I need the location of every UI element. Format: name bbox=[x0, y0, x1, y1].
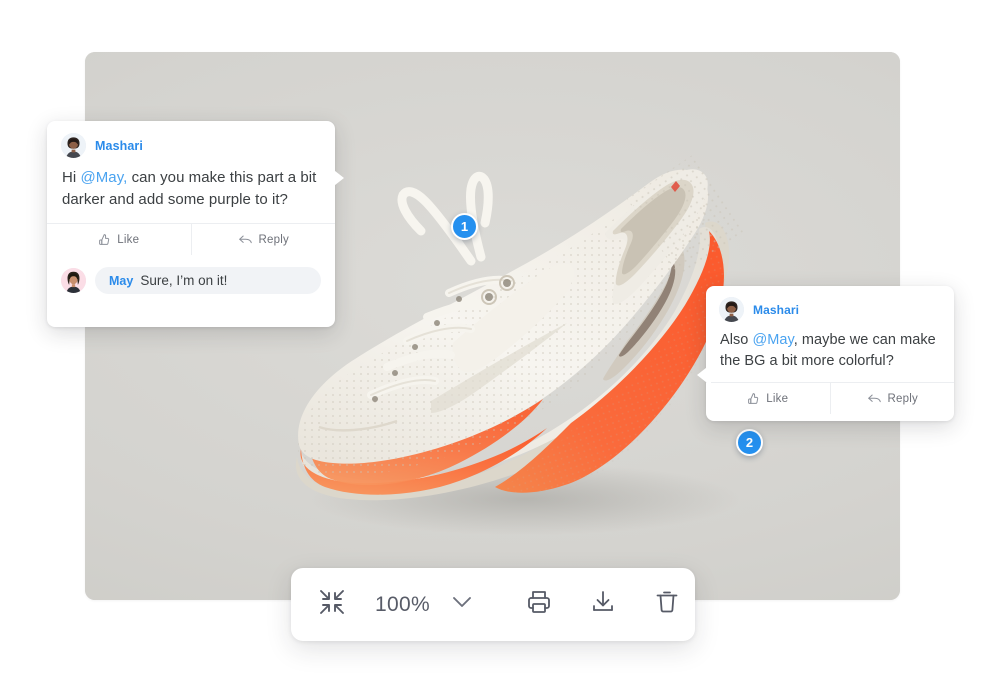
download-icon bbox=[590, 589, 616, 620]
comment-card-2-text: Also @May, maybe we can make the BG a bi… bbox=[706, 322, 954, 382]
reply-author-name: May bbox=[109, 274, 134, 288]
app-stage: 1 2 Mashari Hi @May, can you make this p… bbox=[0, 0, 1000, 686]
comment-author-name: Mashari bbox=[95, 138, 143, 153]
comment-card-2-header: Mashari bbox=[706, 286, 954, 322]
print-icon bbox=[526, 589, 552, 620]
like-label: Like bbox=[766, 392, 789, 405]
download-button[interactable] bbox=[590, 589, 616, 620]
zoom-dropdown-button[interactable] bbox=[452, 595, 472, 614]
comment-card-1-header: Mashari bbox=[47, 121, 335, 158]
reply-arrow-icon bbox=[238, 233, 253, 246]
reply-text: Sure, I’m on it! bbox=[140, 273, 228, 288]
comment-card-2[interactable]: Mashari Also @May, maybe we can make the… bbox=[697, 286, 954, 421]
thumbs-up-icon bbox=[747, 392, 760, 405]
comment-card-2-actions: Like Reply bbox=[706, 382, 954, 414]
zoom-level-label[interactable]: 100% bbox=[375, 593, 430, 617]
reply-button[interactable]: Reply bbox=[190, 224, 336, 255]
mention-link[interactable]: @May bbox=[753, 332, 794, 348]
like-label: Like bbox=[117, 233, 140, 246]
chevron-down-icon bbox=[452, 595, 472, 614]
reply-label: Reply bbox=[887, 392, 918, 405]
reply-label: Reply bbox=[258, 233, 289, 246]
reply-bubble: May Sure, I’m on it! bbox=[95, 267, 321, 294]
viewer-toolbar: 100% bbox=[291, 568, 695, 641]
fit-to-screen-button[interactable] bbox=[319, 589, 345, 620]
thumbs-up-icon bbox=[98, 233, 111, 246]
mention-link[interactable]: @May, bbox=[80, 169, 127, 186]
comment-card-1[interactable]: Mashari Hi @May, can you make this part … bbox=[47, 121, 344, 327]
delete-button[interactable] bbox=[654, 589, 680, 620]
comment-card-1-text: Hi @May, can you make this part a bit da… bbox=[47, 158, 335, 223]
like-button[interactable]: Like bbox=[706, 383, 830, 414]
trash-icon bbox=[654, 589, 680, 620]
avatar-may bbox=[61, 268, 86, 293]
comment-card-1-actions: Like Reply bbox=[47, 223, 335, 255]
like-button[interactable]: Like bbox=[47, 224, 191, 255]
avatar-mashari bbox=[61, 133, 86, 158]
comment-text-before: Hi bbox=[62, 169, 81, 186]
comment-reply-row: May Sure, I’m on it! bbox=[47, 255, 335, 294]
print-button[interactable] bbox=[526, 589, 552, 620]
reply-arrow-icon bbox=[867, 392, 882, 405]
comment-pin-2[interactable]: 2 bbox=[736, 429, 763, 456]
collapse-arrows-icon bbox=[319, 589, 345, 620]
comment-pin-1[interactable]: 1 bbox=[451, 213, 478, 240]
reply-button[interactable]: Reply bbox=[829, 383, 955, 414]
avatar-mashari bbox=[719, 297, 744, 322]
comment-text-before: Also bbox=[720, 332, 753, 348]
comment-author-name: Mashari bbox=[753, 302, 800, 317]
